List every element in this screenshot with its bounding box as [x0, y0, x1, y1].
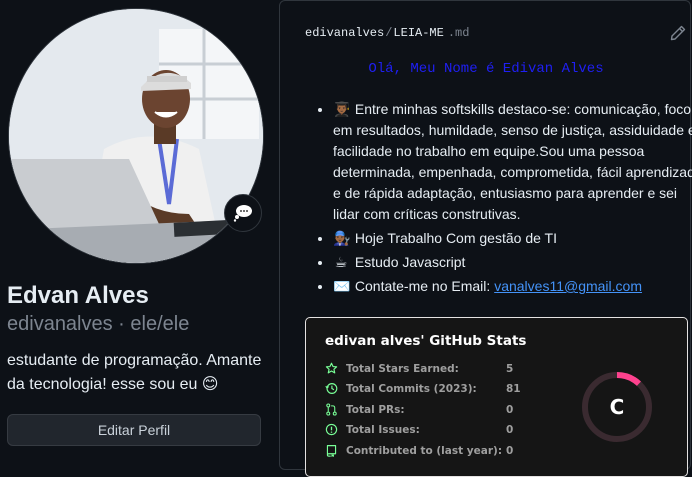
stat-value: 0: [506, 424, 514, 436]
envelope-emoji-icon: ✉️: [333, 278, 351, 294]
pull-request-icon: [325, 403, 339, 417]
avatar-photo: [9, 9, 263, 263]
student-emoji-icon: 👨🏾‍🎓: [333, 101, 351, 117]
issue-icon: [325, 423, 339, 437]
github-stats-card: edivan alves' GitHub Stats Total Stars E…: [305, 317, 688, 477]
repo-owner-link[interactable]: edivanalves: [305, 26, 384, 40]
list-item: ✉️ Contate-me no Email: vanalves11@gmail…: [333, 276, 692, 297]
edit-profile-button[interactable]: Editar Perfil: [7, 414, 261, 446]
list-item-text: Contate-me no Email:: [354, 278, 495, 294]
set-status-button[interactable]: [224, 194, 262, 232]
repo-icon: [325, 444, 339, 458]
stat-row-prs: Total PRs: 0: [325, 402, 513, 418]
readme-panel: edivanalves/LEIA-ME .md Olá, Meu Nome é E…: [279, 0, 692, 477]
readme-heading: Olá, Meu Nome é Edivan Alves: [368, 61, 604, 77]
profile-name: Edvan Alves: [7, 282, 149, 309]
stat-value: 81: [506, 383, 521, 395]
stat-label: Total Issues:: [346, 424, 420, 436]
list-item-text: Hoje Trabalho Com gestão de TI: [354, 230, 557, 246]
star-icon: [325, 362, 339, 376]
thought-bubble-icon: [233, 205, 252, 222]
stat-row-contributed: Contributed to (last year): 0: [325, 443, 513, 459]
stat-label: Total Commits (2023):: [346, 383, 477, 395]
list-item: 👨🏾‍🔧 Hoje Trabalho Com gestão de TI: [333, 228, 692, 249]
email-link[interactable]: vanalves11@gmail.com: [494, 278, 642, 294]
profile-handle: edivanalves · ele/ele: [7, 313, 190, 335]
list-item-text: Entre minhas softskills destaco-se: comu…: [333, 101, 692, 222]
profile-sidebar: Edvan Alves edivanalves · ele/ele estuda…: [0, 0, 272, 464]
rank-ring: C: [582, 372, 652, 442]
coffee-emoji-icon: ☕: [334, 254, 348, 270]
avatar[interactable]: [8, 8, 264, 264]
stat-value: 0: [506, 404, 514, 416]
rank-letter: C: [610, 395, 625, 419]
stat-value: 5: [506, 363, 514, 375]
list-item: 👨🏾‍🎓 Entre minhas softskills destaco-se:…: [333, 99, 692, 225]
stat-row-stars: Total Stars Earned: 5: [325, 361, 513, 377]
stat-value: 0: [506, 445, 514, 457]
list-item-text: Estudo Javascript: [354, 254, 466, 270]
list-item: ☕ Estudo Javascript: [333, 252, 692, 273]
history-icon: [325, 382, 339, 396]
breadcrumb-separator: /: [385, 26, 393, 40]
readme-file-ext: .md: [447, 26, 470, 40]
readme-breadcrumb: edivanalves/LEIA-ME .md: [305, 26, 469, 40]
stat-row-commits: Total Commits (2023): 81: [325, 381, 521, 397]
stat-label: Total Stars Earned:: [346, 363, 459, 375]
readme-list: 👨🏾‍🎓 Entre minhas softskills destaco-se:…: [308, 99, 692, 300]
stat-row-issues: Total Issues: 0: [325, 422, 513, 438]
readme-file-name[interactable]: LEIA-ME: [393, 26, 443, 40]
profile-bio: estudante de programação. Amante da tecn…: [7, 352, 262, 393]
stat-label: Total PRs:: [346, 404, 405, 416]
edit-readme-button[interactable]: [670, 25, 686, 46]
stats-title: edivan alves' GitHub Stats: [325, 333, 527, 349]
pencil-icon: [670, 25, 686, 41]
stat-label: Contributed to (last year):: [346, 445, 503, 457]
mechanic-emoji-icon: 👨🏾‍🔧: [333, 230, 351, 246]
